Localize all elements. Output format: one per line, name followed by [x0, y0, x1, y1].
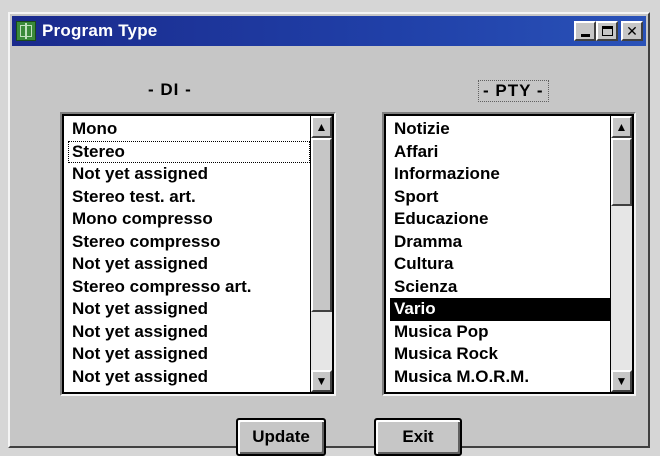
di-list-item[interactable]: Not yet assigned	[68, 163, 310, 186]
window-title: Program Type	[42, 21, 158, 40]
minimize-button[interactable]	[574, 21, 596, 41]
di-list-item[interactable]: Mono	[68, 118, 310, 141]
di-list-item[interactable]: Not yet assigned	[68, 343, 310, 366]
pty-list-item[interactable]: Vario	[390, 298, 610, 321]
pty-listbox[interactable]: Notizie Affari Informazione Sport Educazione…	[382, 112, 636, 396]
di-scroll-thumb[interactable]	[311, 138, 332, 312]
maximize-icon	[601, 26, 613, 36]
arrow-up-icon: ▲	[615, 120, 628, 134]
close-icon: ✕	[626, 23, 638, 39]
pty-list-item[interactable]: Musica Rock	[390, 343, 610, 366]
pty-list-item[interactable]: Affari	[390, 141, 610, 164]
pty-scroll-down-button[interactable]: ▼	[611, 370, 632, 392]
di-list-item[interactable]: Not yet assigned	[68, 321, 310, 344]
pty-list-items: Notizie Affari Informazione Sport Educazione…	[384, 114, 610, 394]
arrow-down-icon: ▼	[315, 374, 328, 388]
di-scroll-up-button[interactable]: ▲	[311, 116, 332, 138]
pty-scroll-thumb[interactable]	[611, 138, 632, 206]
exit-button[interactable]: Exit	[374, 418, 462, 456]
di-scroll-down-button[interactable]: ▼	[311, 370, 332, 392]
pty-list-item[interactable]: Dramma	[390, 231, 610, 254]
di-list-item[interactable]: Stereo compresso	[68, 231, 310, 254]
program-type-window: Program Type ✕ - DI - - PTY - Mono Stereo…	[8, 12, 650, 456]
pty-list-item[interactable]: Cultura	[390, 253, 610, 276]
di-list-item[interactable]: Not yet assigned	[68, 253, 310, 276]
pty-label: - PTY -	[478, 80, 549, 102]
di-list-item[interactable]: Stereo	[68, 140, 310, 163]
pty-list-item[interactable]: Musica Pop	[390, 321, 610, 344]
di-listbox[interactable]: Mono Stereo Not yet assigned Stereo test. a…	[60, 112, 336, 396]
close-button[interactable]: ✕	[621, 21, 643, 41]
pty-list-item[interactable]: Scienza	[390, 276, 610, 299]
di-list-item[interactable]: Not yet assigned	[68, 298, 310, 321]
pty-list-item[interactable]: Sport	[390, 186, 610, 209]
arrow-up-icon: ▲	[315, 120, 328, 134]
arrow-down-icon: ▼	[615, 374, 628, 388]
pty-list-item[interactable]: Informazione	[390, 163, 610, 186]
pty-list-item[interactable]: Educazione	[390, 208, 610, 231]
title-bar[interactable]: Program Type ✕	[12, 16, 646, 46]
di-list-item[interactable]: Stereo test. art.	[68, 186, 310, 209]
di-list-item[interactable]: Not yet assigned	[68, 366, 310, 389]
pty-list-item[interactable]: Notizie	[390, 118, 610, 141]
maximize-button[interactable]	[596, 21, 618, 41]
di-list-item[interactable]: Mono compresso	[68, 208, 310, 231]
di-scrollbar[interactable]: ▲ ▼	[310, 114, 334, 394]
pty-scrollbar[interactable]: ▲ ▼	[610, 114, 634, 394]
pty-scroll-up-button[interactable]: ▲	[611, 116, 632, 138]
pty-list-item[interactable]: Musica M.O.R.M.	[390, 366, 610, 389]
update-button[interactable]: Update	[236, 418, 326, 456]
di-label: - DI -	[148, 80, 192, 99]
minimize-icon	[580, 33, 590, 37]
app-icon[interactable]	[16, 21, 36, 41]
di-list-item[interactable]: Stereo compresso art.	[68, 276, 310, 299]
di-list-items: Mono Stereo Not yet assigned Stereo test. a…	[62, 114, 310, 394]
